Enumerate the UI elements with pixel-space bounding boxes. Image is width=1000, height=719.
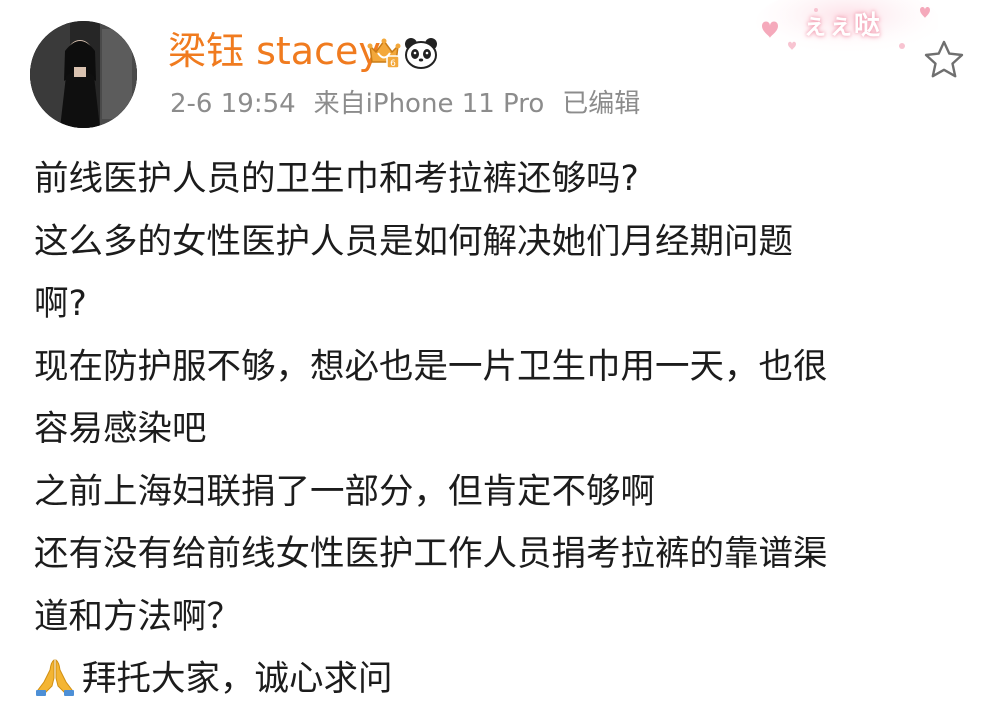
edited-label[interactable]: 已编辑 bbox=[562, 86, 640, 122]
panda-icon[interactable] bbox=[403, 36, 439, 70]
body-line: 啊? bbox=[34, 284, 87, 324]
body-line-text: 拜托大家，诚心求问 bbox=[82, 659, 393, 699]
body-line: 之前上海妇联捐了一部分，但肯定不够啊 bbox=[34, 471, 655, 512]
post-body: 前线医护人员的卫生巾和考拉裤还够吗? 这么多的女性医护人员是如何解决她们月经期问… bbox=[34, 148, 964, 711]
praying-hands-icon bbox=[34, 656, 76, 698]
body-line: 前线医护人员的卫生巾和考拉裤还够吗? bbox=[34, 159, 639, 199]
card-decoration: ぇぇ哒 bbox=[752, 0, 940, 62]
avatar[interactable] bbox=[30, 21, 137, 128]
body-line: 这么多的女性医护人员是如何解决她们月经期问题 bbox=[34, 221, 793, 262]
star-icon bbox=[924, 40, 964, 78]
avatar-photo bbox=[30, 21, 137, 128]
svg-text:6: 6 bbox=[390, 59, 396, 69]
card-decoration-text: ぇぇ哒 bbox=[802, 11, 881, 41]
body-line: 现在防护服不够，想必也是一片卫生巾用一天，也很 bbox=[34, 346, 828, 387]
favorite-button[interactable] bbox=[922, 38, 966, 82]
vip-crown-icon[interactable]: 6 bbox=[366, 36, 402, 70]
author-name[interactable]: 梁钰 stacey bbox=[168, 27, 381, 75]
body-line: 还有没有给前线女性医护工作人员捐考拉裤的靠谱渠 bbox=[34, 534, 828, 574]
body-line-last: 拜托大家，诚心求问 bbox=[34, 648, 964, 711]
body-line: 道和方法啊？ bbox=[34, 596, 241, 637]
post-source[interactable]: 来自iPhone 11 Pro bbox=[314, 86, 545, 122]
post-meta: 2-6 19:54 来自iPhone 11 Pro 已编辑 bbox=[170, 86, 640, 122]
post-date: 2-6 19:54 bbox=[170, 89, 296, 119]
body-line: 容易感染吧 bbox=[34, 409, 207, 449]
